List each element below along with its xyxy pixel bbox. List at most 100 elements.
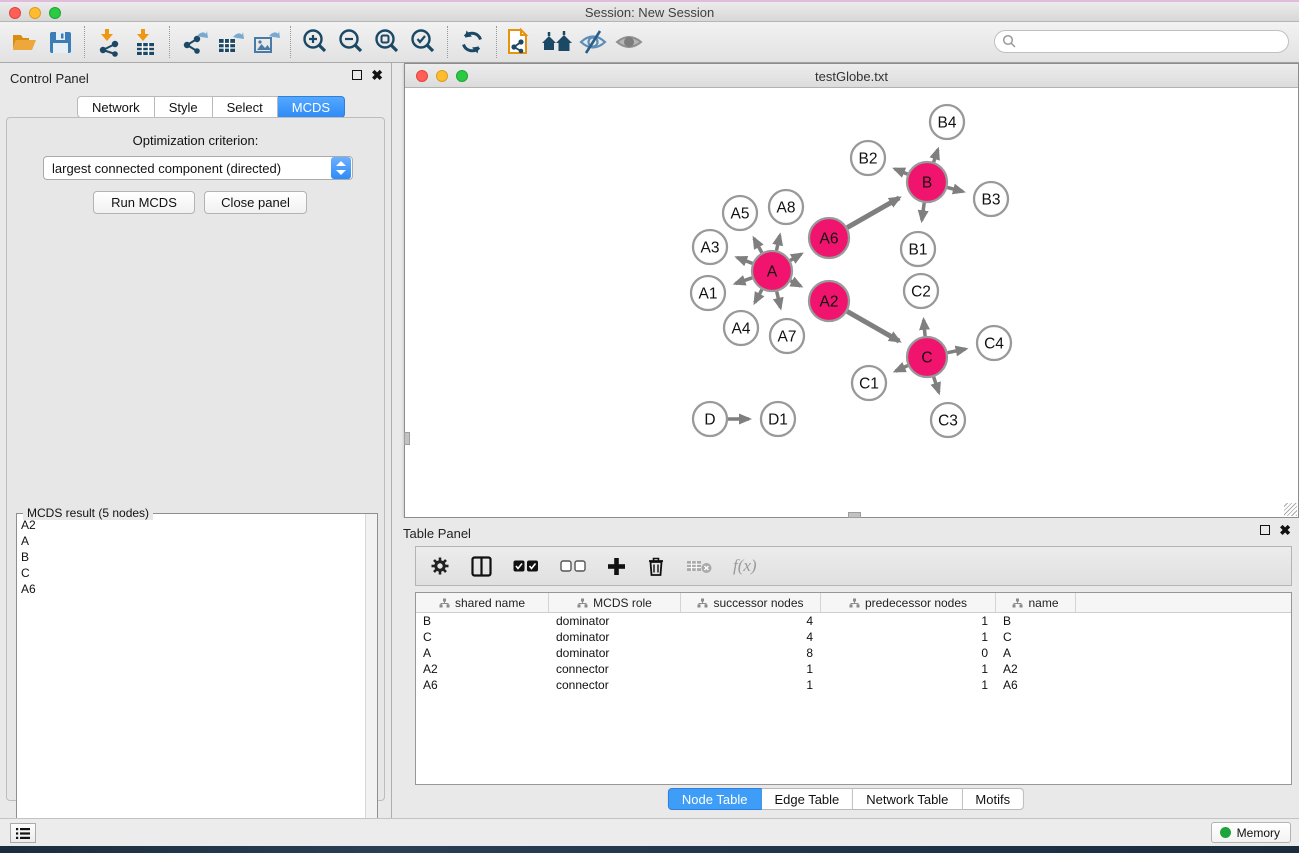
edge-B-B3[interactable] bbox=[947, 187, 963, 191]
tab-motifs[interactable]: Motifs bbox=[962, 788, 1024, 810]
table-row[interactable]: A6connector11A6 bbox=[416, 677, 1291, 693]
network-node-C[interactable]: C bbox=[907, 337, 947, 377]
svg-text:B: B bbox=[922, 175, 932, 192]
edge-A-A1[interactable] bbox=[735, 278, 752, 284]
tab-style[interactable]: Style bbox=[155, 96, 213, 118]
edge-B-B2[interactable] bbox=[895, 169, 908, 174]
tab-edge-table[interactable]: Edge Table bbox=[761, 788, 853, 810]
hide-panels-button[interactable] bbox=[575, 25, 611, 59]
network-node-A[interactable]: A bbox=[752, 251, 792, 291]
column-header-MCDS-role[interactable]: MCDS role bbox=[549, 593, 681, 612]
export-table-button[interactable] bbox=[212, 25, 248, 59]
close-table-panel-icon[interactable]: ✖ bbox=[1279, 525, 1291, 535]
select-all-rows-icon[interactable] bbox=[513, 560, 539, 573]
save-session-button[interactable] bbox=[42, 25, 78, 59]
network-canvas[interactable]: B4 B2 B B3 A5 A8A6 A3 B1 A A1 C2 A2 A4 A7 C4 C C1 C3 D D1 bbox=[405, 88, 1298, 512]
edge-B-B1[interactable] bbox=[922, 203, 924, 220]
network-node-B[interactable]: B bbox=[907, 162, 947, 202]
network-node-B1[interactable]: B1 bbox=[901, 232, 935, 266]
network-node-C3[interactable]: C3 bbox=[931, 403, 965, 437]
network-node-A3[interactable]: A3 bbox=[693, 230, 727, 264]
column-header-successor-nodes[interactable]: successor nodes bbox=[681, 593, 821, 612]
deselect-all-rows-icon[interactable] bbox=[560, 560, 586, 573]
zoom-selected-button[interactable] bbox=[405, 25, 441, 59]
network-node-C1[interactable]: C1 bbox=[852, 366, 886, 400]
edge-C-C2[interactable] bbox=[924, 320, 925, 336]
network-node-A2[interactable]: A2 bbox=[809, 281, 849, 321]
show-panels-button[interactable] bbox=[611, 25, 647, 59]
zoom-fit-button[interactable] bbox=[369, 25, 405, 59]
table-row[interactable]: Adominator80A bbox=[416, 645, 1291, 661]
network-node-A5[interactable]: A5 bbox=[723, 196, 757, 230]
network-node-C2[interactable]: C2 bbox=[904, 274, 938, 308]
column-visibility-icon[interactable] bbox=[471, 556, 492, 577]
zoom-out-button[interactable] bbox=[333, 25, 369, 59]
network-node-A4[interactable]: A4 bbox=[724, 311, 758, 345]
edge-A-A8[interactable] bbox=[776, 235, 779, 250]
import-table-button[interactable] bbox=[127, 25, 163, 59]
edge-A-A2[interactable] bbox=[791, 281, 801, 286]
edge-A2-C[interactable] bbox=[847, 311, 899, 341]
import-network-button[interactable] bbox=[91, 25, 127, 59]
network-node-B2[interactable]: B2 bbox=[851, 141, 885, 175]
resize-grip[interactable] bbox=[1284, 503, 1297, 516]
edge-C-C4[interactable] bbox=[948, 349, 966, 353]
vertical-scroll-nub[interactable] bbox=[404, 432, 410, 445]
mcds-result-list[interactable]: A2ABCA6 bbox=[18, 517, 364, 852]
float-table-panel-icon[interactable] bbox=[1260, 525, 1270, 535]
edge-A6-B[interactable] bbox=[847, 198, 899, 228]
export-image-button[interactable] bbox=[248, 25, 284, 59]
close-panel-icon[interactable]: ✖ bbox=[371, 70, 383, 80]
memory-button[interactable]: Memory bbox=[1211, 822, 1291, 843]
edge-A-A4[interactable] bbox=[755, 289, 762, 302]
task-history-button[interactable] bbox=[10, 823, 36, 843]
tab-select[interactable]: Select bbox=[213, 96, 278, 118]
result-item[interactable]: A2 bbox=[18, 517, 364, 533]
edge-A-A5[interactable] bbox=[754, 238, 762, 252]
result-item[interactable]: B bbox=[18, 549, 364, 565]
network-node-A6[interactable]: A6 bbox=[809, 218, 849, 258]
edge-A-A3[interactable] bbox=[737, 257, 752, 263]
export-network-button[interactable] bbox=[176, 25, 212, 59]
network-node-D[interactable]: D bbox=[693, 402, 727, 436]
column-header-predecessor-nodes[interactable]: predecessor nodes bbox=[821, 593, 996, 612]
table-row[interactable]: A2connector11A2 bbox=[416, 661, 1291, 677]
float-panel-icon[interactable] bbox=[352, 70, 362, 80]
edge-A-A7[interactable] bbox=[777, 291, 781, 307]
result-item[interactable]: C bbox=[18, 565, 364, 581]
network-node-A8[interactable]: A8 bbox=[769, 190, 803, 224]
column-header-name[interactable]: name bbox=[996, 593, 1076, 612]
network-node-A7[interactable]: A7 bbox=[770, 319, 804, 353]
table-row[interactable]: Bdominator41B bbox=[416, 613, 1291, 629]
network-node-A1[interactable]: A1 bbox=[691, 276, 725, 310]
network-node-D1[interactable]: D1 bbox=[761, 402, 795, 436]
result-item[interactable]: A bbox=[18, 533, 364, 549]
tab-node-table[interactable]: Node Table bbox=[668, 788, 762, 810]
edge-C-C3[interactable] bbox=[934, 377, 939, 393]
apply-layout-button[interactable] bbox=[454, 25, 490, 59]
home-button[interactable] bbox=[539, 25, 575, 59]
network-node-B4[interactable]: B4 bbox=[930, 105, 964, 139]
table-row[interactable]: Cdominator41C bbox=[416, 629, 1291, 645]
add-column-icon[interactable] bbox=[607, 557, 626, 576]
tab-network[interactable]: Network bbox=[77, 96, 155, 118]
network-node-C4[interactable]: C4 bbox=[977, 326, 1011, 360]
network-document-button[interactable] bbox=[503, 25, 539, 59]
open-file-button[interactable] bbox=[6, 25, 42, 59]
network-node-B3[interactable]: B3 bbox=[974, 182, 1008, 216]
column-header-shared-name[interactable]: shared name bbox=[416, 593, 549, 612]
run-mcds-button[interactable]: Run MCDS bbox=[93, 191, 195, 214]
edge-B-B4[interactable] bbox=[934, 150, 938, 163]
close-panel-button[interactable]: Close panel bbox=[204, 191, 307, 214]
criterion-select[interactable]: largest connected component (directed) bbox=[43, 156, 353, 180]
table-settings-gear-icon[interactable] bbox=[430, 556, 450, 576]
result-scrollbar[interactable] bbox=[365, 514, 377, 853]
result-item[interactable]: A6 bbox=[18, 581, 364, 597]
edge-A-A6[interactable] bbox=[790, 254, 801, 260]
tab-network-table[interactable]: Network Table bbox=[853, 788, 962, 810]
search-input[interactable] bbox=[994, 30, 1289, 53]
zoom-in-button[interactable] bbox=[297, 25, 333, 59]
delete-column-trash-icon[interactable] bbox=[647, 556, 665, 576]
edge-C-C1[interactable] bbox=[895, 366, 907, 372]
tab-mcds[interactable]: MCDS bbox=[278, 96, 345, 118]
